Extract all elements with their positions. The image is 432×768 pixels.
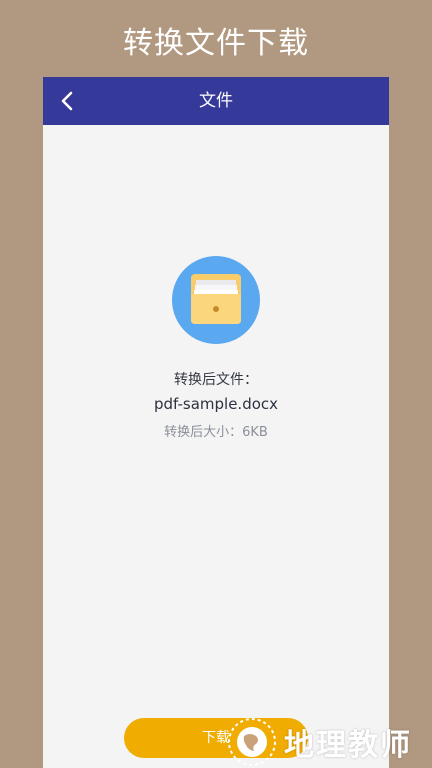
phone-screen: 文件 转换后文件： pdf-sample.docx 转换后大小：6KB — [43, 77, 389, 768]
folder-document-icon — [172, 256, 260, 344]
navigation-bar: 文件 — [43, 77, 389, 125]
globe-logo-icon — [228, 718, 276, 766]
watermark-text: 地理教师 — [284, 728, 412, 763]
watermark: 地理教师 — [226, 716, 432, 768]
file-name: pdf-sample.docx — [153, 395, 279, 413]
file-size: 转换后大小：6KB — [164, 425, 268, 440]
promo-banner-title: 转换文件下载 — [123, 26, 309, 61]
converted-file-label: 转换后文件： — [174, 372, 258, 388]
page-title: 文件 — [199, 91, 233, 111]
